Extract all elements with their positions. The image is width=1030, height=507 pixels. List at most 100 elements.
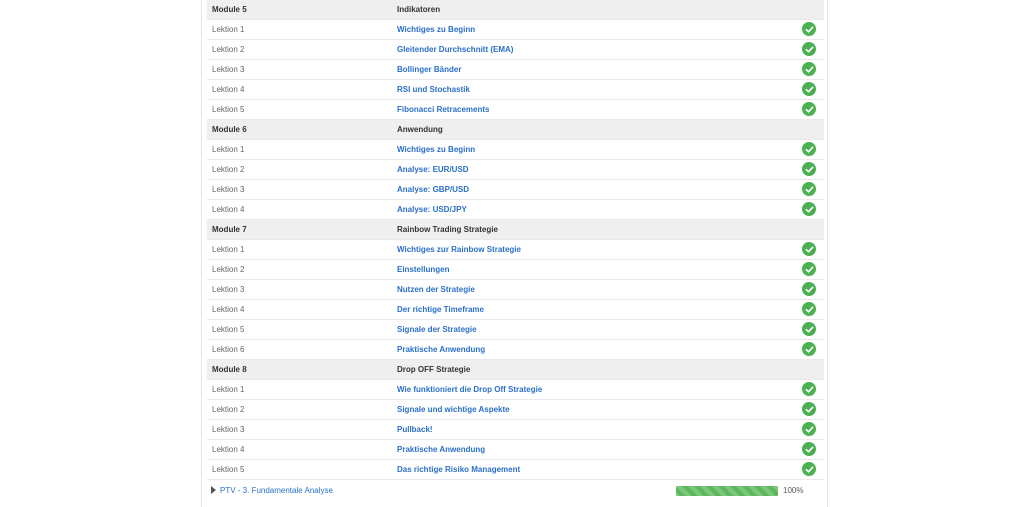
lesson-number: Lektion 1 bbox=[212, 25, 245, 34]
lesson-link[interactable]: Wichtiges zu Beginn bbox=[397, 25, 475, 34]
lesson-row: Lektion 3 Bollinger Bänder bbox=[207, 60, 824, 80]
check-circle-icon bbox=[802, 182, 816, 196]
lesson-link[interactable]: Der richtige Timeframe bbox=[397, 305, 484, 314]
lesson-number: Lektion 3 bbox=[212, 65, 245, 74]
check-circle-icon bbox=[802, 242, 816, 256]
lesson-link[interactable]: Fibonacci Retracements bbox=[397, 105, 489, 114]
check-circle-icon bbox=[802, 462, 816, 476]
module-name: Module 6 bbox=[212, 125, 247, 134]
lesson-link[interactable]: Signale der Strategie bbox=[397, 325, 477, 334]
lesson-row: Lektion 5 Signale der Strategie bbox=[207, 320, 824, 340]
module-name: Module 7 bbox=[212, 225, 247, 234]
check-circle-icon bbox=[802, 22, 816, 36]
lesson-number: Lektion 1 bbox=[212, 145, 245, 154]
module-name: Module 8 bbox=[212, 365, 247, 374]
lesson-link[interactable]: Praktische Anwendung bbox=[397, 345, 485, 354]
check-circle-icon bbox=[802, 402, 816, 416]
lesson-row: Lektion 2 Analyse: EUR/USD bbox=[207, 160, 824, 180]
lesson-number: Lektion 4 bbox=[212, 85, 245, 94]
lesson-number: Lektion 1 bbox=[212, 385, 245, 394]
progress-percent: 100% bbox=[783, 486, 804, 495]
module-name: Module 5 bbox=[212, 5, 247, 14]
lesson-row: Lektion 6 Praktische Anwendung bbox=[207, 340, 824, 360]
next-section-link[interactable]: PTV - 3. Fundamentale Analyse bbox=[220, 486, 333, 495]
lesson-link[interactable]: Gleitender Durchschnitt (EMA) bbox=[397, 45, 513, 54]
caret-right-icon[interactable] bbox=[211, 486, 216, 494]
lesson-row: Lektion 1 Wichtiges zur Rainbow Strategie bbox=[207, 240, 824, 260]
lesson-number: Lektion 2 bbox=[212, 165, 245, 174]
module-title: Anwendung bbox=[397, 125, 443, 134]
lesson-link[interactable]: Nutzen der Strategie bbox=[397, 285, 475, 294]
lesson-row: Lektion 2 Signale und wichtige Aspekte bbox=[207, 400, 824, 420]
lesson-link[interactable]: Einstellungen bbox=[397, 265, 449, 274]
progress-bar bbox=[676, 486, 778, 496]
module-header-row: Module 5 Indikatoren bbox=[207, 0, 824, 20]
course-panel: Module 5 Indikatoren Lektion 1 Wichtiges zu… bbox=[201, 0, 828, 507]
lesson-link[interactable]: Bollinger Bänder bbox=[397, 65, 461, 74]
lesson-link[interactable]: Wichtiges zur Rainbow Strategie bbox=[397, 245, 521, 254]
check-circle-icon bbox=[802, 82, 816, 96]
lesson-row: Lektion 4 Praktische Anwendung bbox=[207, 440, 824, 460]
lesson-number: Lektion 2 bbox=[212, 45, 245, 54]
lesson-number: Lektion 4 bbox=[212, 445, 245, 454]
check-circle-icon bbox=[802, 382, 816, 396]
next-section-row[interactable]: PTV - 3. Fundamentale Analyse 100% bbox=[202, 478, 827, 502]
lesson-row: Lektion 3 Nutzen der Strategie bbox=[207, 280, 824, 300]
lesson-row: Lektion 5 Das richtige Risiko Management bbox=[207, 460, 824, 480]
module-header-row: Module 6 Anwendung bbox=[207, 120, 824, 140]
check-circle-icon bbox=[802, 202, 816, 216]
check-circle-icon bbox=[802, 62, 816, 76]
check-circle-icon bbox=[802, 342, 816, 356]
lesson-link[interactable]: Analyse: GBP/USD bbox=[397, 185, 469, 194]
module-title: Indikatoren bbox=[397, 5, 441, 14]
module-title: Drop OFF Strategie bbox=[397, 365, 471, 374]
lesson-link[interactable]: Analyse: USD/JPY bbox=[397, 205, 467, 214]
lesson-row: Lektion 2 Einstellungen bbox=[207, 260, 824, 280]
lesson-number: Lektion 2 bbox=[212, 405, 245, 414]
lesson-row: Lektion 4 RSI und Stochastik bbox=[207, 80, 824, 100]
check-circle-icon bbox=[802, 282, 816, 296]
lesson-number: Lektion 4 bbox=[212, 305, 245, 314]
progress-bar-fill bbox=[676, 486, 778, 496]
lesson-link[interactable]: Das richtige Risiko Management bbox=[397, 465, 520, 474]
lesson-link[interactable]: Pullback! bbox=[397, 425, 433, 434]
check-circle-icon bbox=[802, 102, 816, 116]
course-table: Module 5 Indikatoren Lektion 1 Wichtiges zu… bbox=[207, 0, 824, 480]
lesson-number: Lektion 3 bbox=[212, 185, 245, 194]
lesson-link[interactable]: RSI und Stochastik bbox=[397, 85, 470, 94]
lesson-number: Lektion 1 bbox=[212, 245, 245, 254]
lesson-link[interactable]: Signale und wichtige Aspekte bbox=[397, 405, 510, 414]
lesson-row: Lektion 3 Analyse: GBP/USD bbox=[207, 180, 824, 200]
lesson-number: Lektion 5 bbox=[212, 105, 245, 114]
check-circle-icon bbox=[802, 422, 816, 436]
check-circle-icon bbox=[802, 262, 816, 276]
lesson-number: Lektion 4 bbox=[212, 205, 245, 214]
lesson-number: Lektion 3 bbox=[212, 425, 245, 434]
check-circle-icon bbox=[802, 302, 816, 316]
lesson-row: Lektion 1 Wie funktioniert die Drop Off S… bbox=[207, 380, 824, 400]
lesson-row: Lektion 3 Pullback! bbox=[207, 420, 824, 440]
lesson-link[interactable]: Analyse: EUR/USD bbox=[397, 165, 469, 174]
check-circle-icon bbox=[802, 42, 816, 56]
lesson-row: Lektion 1 Wichtiges zu Beginn bbox=[207, 140, 824, 160]
lesson-row: Lektion 1 Wichtiges zu Beginn bbox=[207, 20, 824, 40]
lesson-number: Lektion 3 bbox=[212, 285, 245, 294]
lesson-link[interactable]: Wichtiges zu Beginn bbox=[397, 145, 475, 154]
lesson-number: Lektion 5 bbox=[212, 325, 245, 334]
check-circle-icon bbox=[802, 142, 816, 156]
lesson-row: Lektion 4 Der richtige Timeframe bbox=[207, 300, 824, 320]
lesson-number: Lektion 5 bbox=[212, 465, 245, 474]
module-title: Rainbow Trading Strategie bbox=[397, 225, 498, 234]
lesson-row: Lektion 4 Analyse: USD/JPY bbox=[207, 200, 824, 220]
lesson-number: Lektion 6 bbox=[212, 345, 245, 354]
module-header-row: Module 7 Rainbow Trading Strategie bbox=[207, 220, 824, 240]
lesson-row: Lektion 5 Fibonacci Retracements bbox=[207, 100, 824, 120]
lesson-number: Lektion 2 bbox=[212, 265, 245, 274]
lesson-link[interactable]: Wie funktioniert die Drop Off Strategie bbox=[397, 385, 542, 394]
check-circle-icon bbox=[802, 322, 816, 336]
check-circle-icon bbox=[802, 162, 816, 176]
lesson-link[interactable]: Praktische Anwendung bbox=[397, 445, 485, 454]
lesson-row: Lektion 2 Gleitender Durchschnitt (EMA) bbox=[207, 40, 824, 60]
module-header-row: Module 8 Drop OFF Strategie bbox=[207, 360, 824, 380]
check-circle-icon bbox=[802, 442, 816, 456]
